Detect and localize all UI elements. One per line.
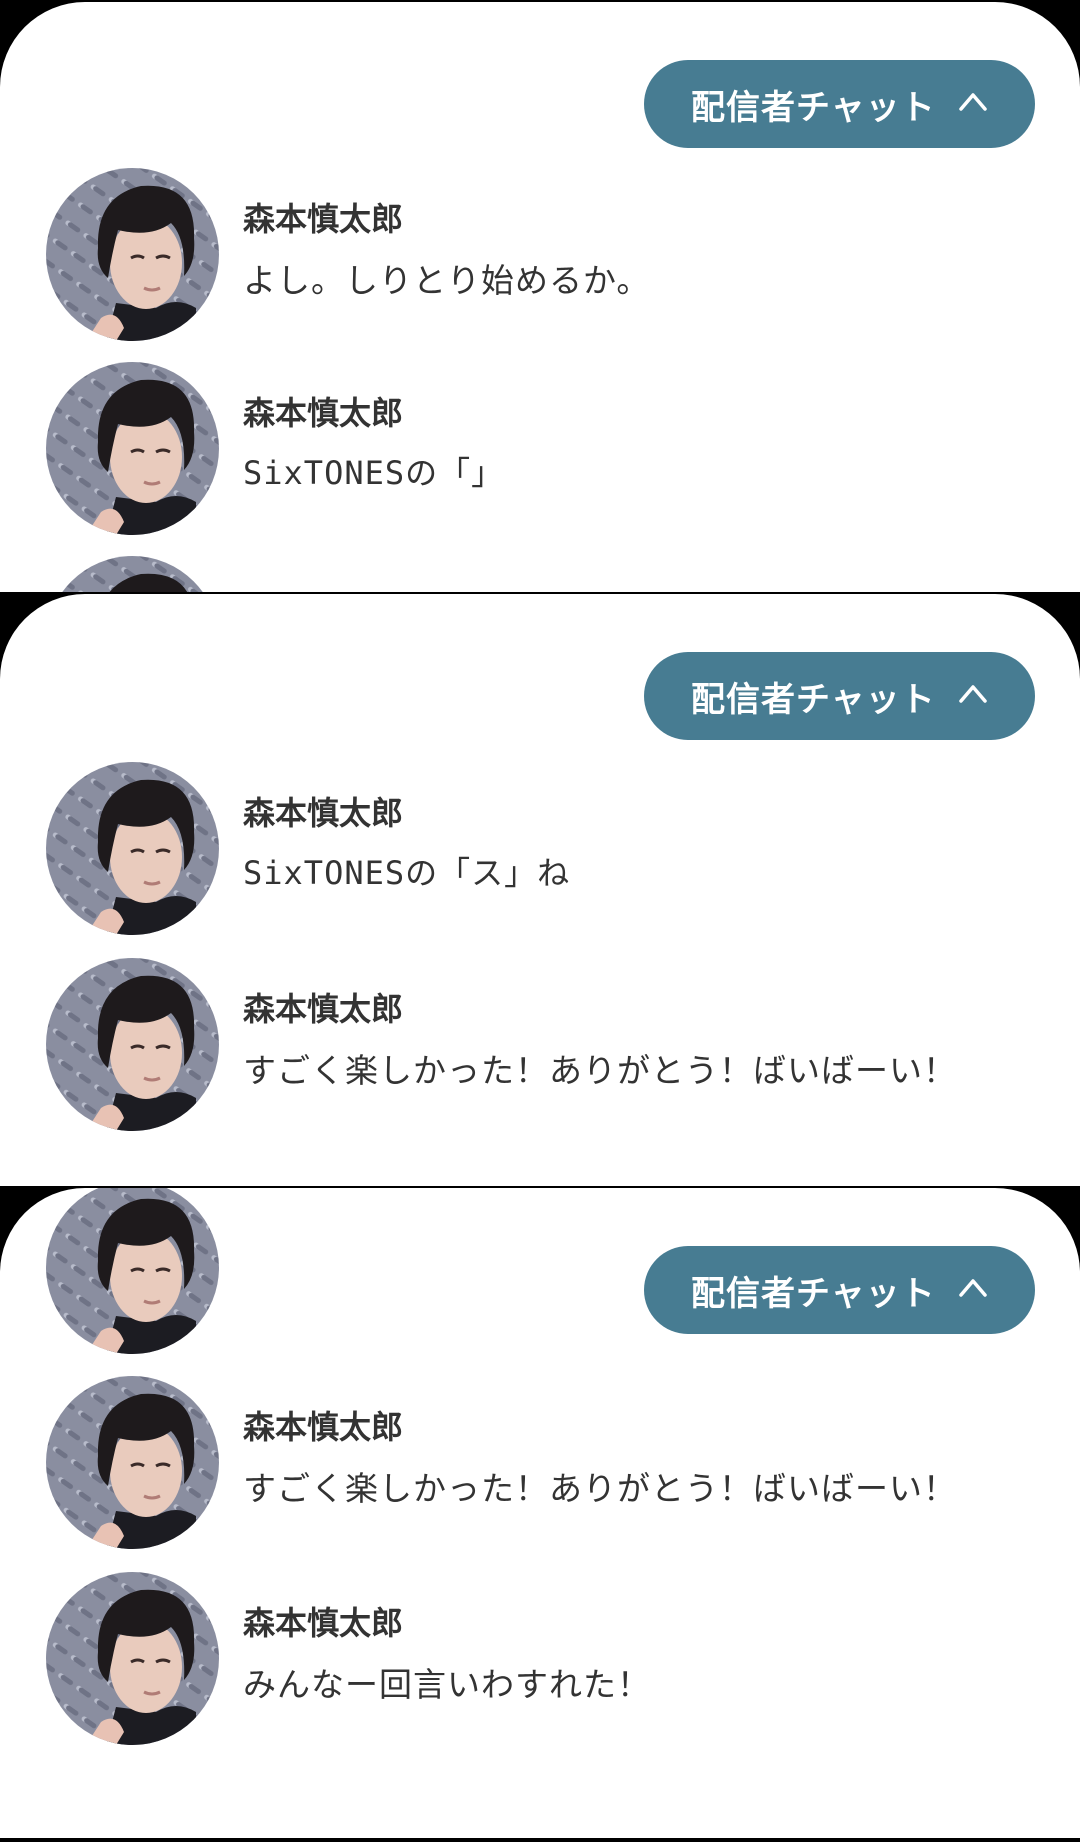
avatar bbox=[46, 1188, 219, 1354]
chat-message: 森本慎太郎 SixTONESの「ス」ね bbox=[0, 762, 1080, 937]
avatar bbox=[46, 556, 219, 592]
streamer-chat-toggle-label: 配信者チャット bbox=[691, 87, 936, 128]
message-text: みんなー回言いわすれた！ bbox=[243, 1665, 651, 1704]
avatar bbox=[46, 362, 219, 535]
avatar bbox=[46, 168, 219, 341]
sender-name: 森本慎太郎 bbox=[243, 990, 404, 1028]
avatar bbox=[46, 1572, 219, 1745]
chat-message: 森本慎太郎 すごく楽しかった！ありがとう！ばいばーい！ bbox=[0, 1376, 1080, 1551]
message-text: SixTONESの「」 bbox=[243, 454, 505, 492]
message-text: よし。しりとり始めるか。 bbox=[243, 261, 651, 300]
streamer-chat-toggle-button[interactable]: 配信者チャット bbox=[644, 652, 1035, 740]
sender-name: 森本慎太郎 bbox=[243, 200, 404, 238]
bottom-edge bbox=[0, 1838, 1080, 1842]
sender-name: 森本慎太郎 bbox=[243, 1604, 404, 1642]
chat-message: 森本慎太郎 すごく楽しかった！ありがとう！ばいばーい！ bbox=[0, 958, 1080, 1133]
message-text: SixTONESの「ス」ね bbox=[243, 854, 571, 892]
sender-name: 森本慎太郎 bbox=[243, 1408, 404, 1446]
avatar bbox=[46, 762, 219, 935]
message-list[interactable]: 森本慎太郎 すごく楽しかった！ありがとう！ばいばーい！ 森本慎太郎 みんなー回言… bbox=[0, 1346, 1080, 1838]
chevron-up-icon bbox=[959, 1279, 987, 1297]
chat-message: 森本慎太郎 よし。しりとり始めるか。 bbox=[0, 168, 1080, 343]
chat-message: 森本慎太郎 みんなー回言いわすれた！ bbox=[0, 1572, 1080, 1747]
sender-name: 森本慎太郎 bbox=[243, 394, 404, 432]
message-text: すごく楽しかった！ありがとう！ばいばーい！ bbox=[243, 1469, 957, 1508]
message-list[interactable]: 森本慎太郎 よし。しりとり始めるか。 森本慎太郎 SixTONESの「」 bbox=[0, 168, 1080, 592]
message-list[interactable]: 森本慎太郎 SixTONESの「ス」ね 森本慎太郎 すごく楽しかった！ありがとう… bbox=[0, 762, 1080, 1186]
streamer-chat-toggle-button[interactable]: 配信者チャット bbox=[644, 1246, 1035, 1334]
message-text: すごく楽しかった！ありがとう！ばいばーい！ bbox=[243, 1051, 957, 1090]
chevron-up-icon bbox=[959, 93, 987, 111]
chat-panel: 配信者チャット 森本慎太郎 すごく楽しかった！ありがとう！ばいばーい！ 森本慎太… bbox=[0, 1188, 1080, 1838]
streamer-chat-toggle-label: 配信者チャット bbox=[691, 1273, 936, 1314]
avatar bbox=[46, 958, 219, 1131]
chat-panel: 配信者チャット 森本慎太郎 SixTONESの「ス」ね 森本慎太郎 すごく楽しか… bbox=[0, 594, 1080, 1186]
chevron-up-icon bbox=[959, 685, 987, 703]
avatar bbox=[46, 1376, 219, 1549]
sender-name: 森本慎太郎 bbox=[243, 794, 404, 832]
chat-message: 森本慎太郎 SixTONESの「」 bbox=[0, 362, 1080, 537]
streamer-chat-toggle-button[interactable]: 配信者チャット bbox=[644, 60, 1035, 148]
streamer-chat-toggle-label: 配信者チャット bbox=[691, 679, 936, 720]
chat-panel: 配信者チャット 森本慎太郎 よし。しりとり始めるか。 森本慎太郎 SixTONE… bbox=[0, 2, 1080, 592]
